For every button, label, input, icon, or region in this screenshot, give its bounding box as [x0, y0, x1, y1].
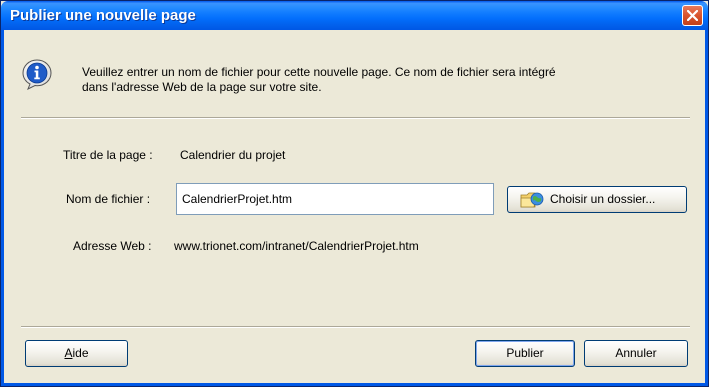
page-title-value: Calendrier du projet [180, 148, 286, 162]
web-address-label: Adresse Web : [73, 239, 152, 253]
info-message-line1: Veuillez entrer un nom de fichier pour c… [82, 65, 556, 79]
window-frame-right [705, 30, 708, 386]
window-title: Publier une nouvelle page [10, 7, 196, 24]
window-frame-left [1, 30, 4, 386]
close-icon [687, 10, 698, 21]
window-frame-bottom [1, 383, 708, 386]
info-message-line2: dans l'adresse Web de la page sur votre … [82, 80, 322, 94]
bottom-separator [21, 326, 690, 328]
close-button[interactable] [682, 5, 703, 26]
publish-button[interactable]: Publier [475, 340, 575, 367]
filename-input[interactable]: CalendrierProjet.htm [176, 183, 494, 215]
title-bar[interactable]: Publier une nouvelle page [1, 1, 708, 30]
info-message: Veuillez entrer un nom de fichier pour c… [82, 65, 682, 95]
dialog-window: Publier une nouvelle page Veuillez entre… [0, 0, 709, 387]
cancel-button[interactable]: Annuler [584, 340, 688, 367]
choose-folder-label: Choisir un dossier... [550, 192, 656, 206]
help-label: ide [72, 346, 89, 360]
page-title-label: Titre de la page : [63, 148, 153, 162]
filename-label: Nom de fichier : [66, 192, 151, 206]
folder-globe-icon [520, 192, 544, 208]
top-separator [21, 117, 690, 119]
info-icon [22, 59, 52, 90]
web-address-value: www.trionet.com/intranet/CalendrierProje… [174, 239, 419, 253]
help-button[interactable]: Aide [25, 340, 128, 367]
help-mnemonic: A [64, 346, 73, 360]
choose-folder-button[interactable]: Choisir un dossier... [507, 186, 687, 213]
